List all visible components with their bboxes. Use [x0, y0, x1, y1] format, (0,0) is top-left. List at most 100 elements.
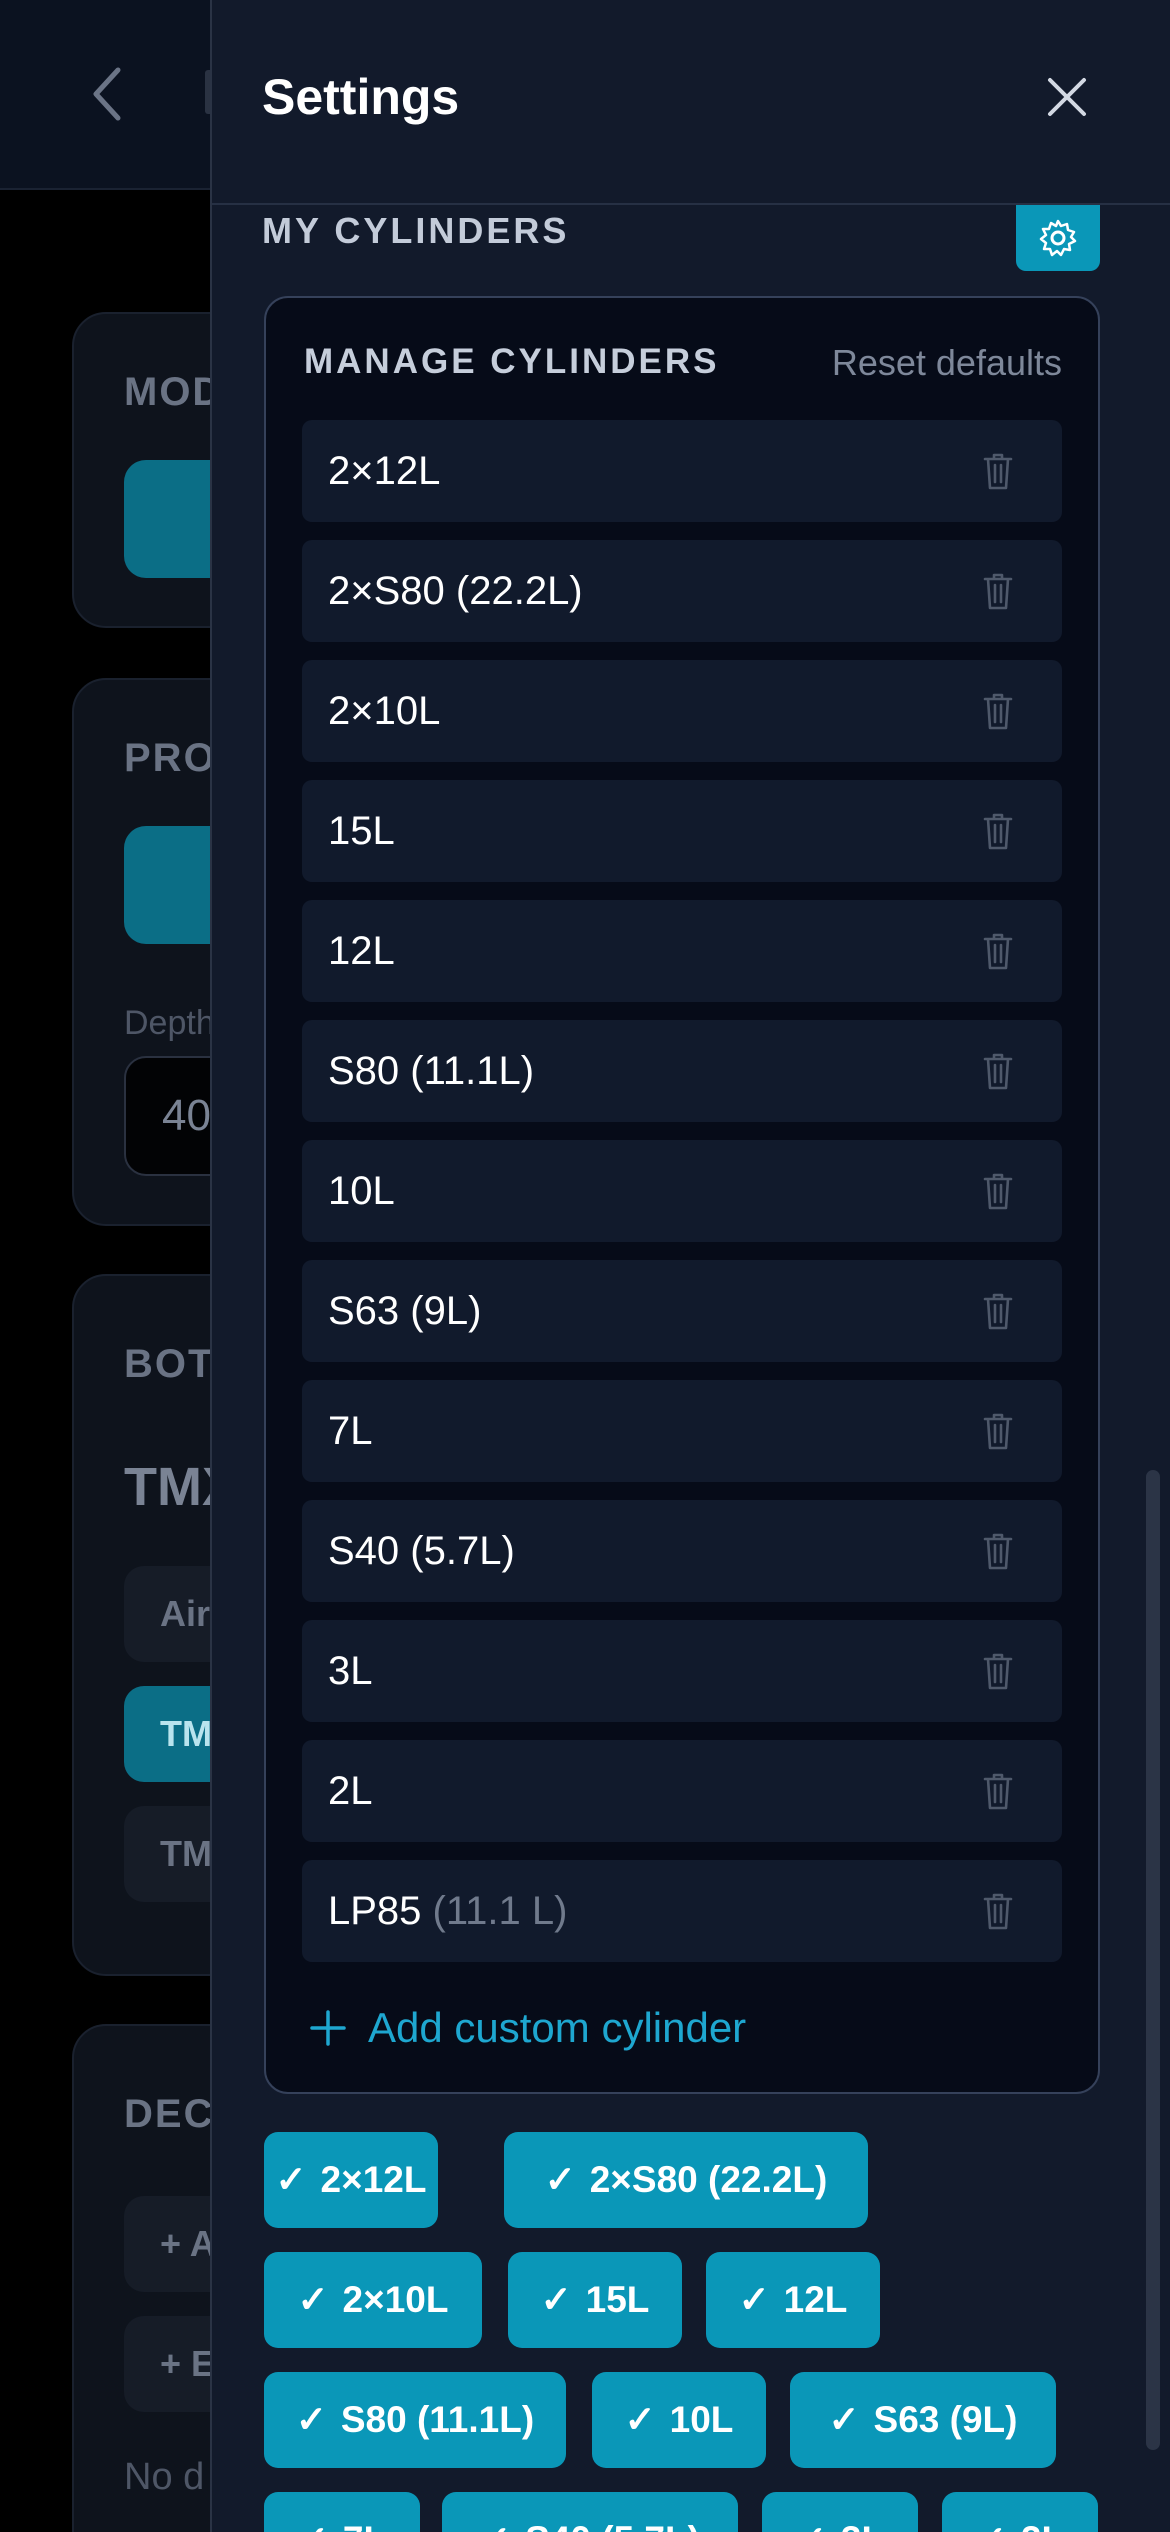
cylinder-chip[interactable]: ✓ 7L	[264, 2492, 420, 2532]
trash-icon[interactable]	[982, 1291, 1014, 1331]
cylinder-row: S40 (5.7L)	[302, 1500, 1062, 1602]
cylinder-label: 10L	[328, 1140, 395, 1242]
cylinder-chip[interactable]: ✓ S40 (5.7L)	[442, 2492, 738, 2532]
settings-drawer: Settings MY CYLINDERS MANAGE CYLINDERS R…	[210, 0, 1170, 2532]
cylinder-volume: (11.1 L)	[432, 1889, 568, 1933]
cylinder-label: 2L	[328, 1740, 373, 1842]
cylinder-row: 7L	[302, 1380, 1062, 1482]
check-icon: ✓	[738, 2279, 770, 2320]
chip-label: 3L	[841, 2519, 884, 2532]
check-icon: ✓	[544, 2159, 576, 2200]
add-custom-cylinder-button[interactable]: Add custom cylinder	[310, 1998, 746, 2058]
check-icon: ✓	[796, 2519, 827, 2532]
drawer-title: Settings	[262, 69, 460, 125]
cylinder-name: 2×S80 (22.2L)	[328, 569, 583, 613]
check-icon: ✓	[295, 2399, 327, 2440]
depth-label: Depth	[124, 1004, 215, 1042]
cylinder-label: S63 (9L)	[328, 1260, 481, 1362]
check-icon: ✓	[298, 2519, 329, 2532]
check-icon: ✓	[828, 2399, 860, 2440]
trash-icon[interactable]	[982, 1051, 1014, 1091]
cylinder-chip[interactable]: ✓ 2×12L	[264, 2132, 438, 2228]
screen: MOD PRO Depth 40 BOT TMX Air TM TM DEC +…	[0, 0, 1170, 2532]
chip-label: 2×S80 (22.2L)	[589, 2159, 828, 2200]
trash-icon[interactable]	[982, 811, 1014, 851]
cylinder-row: S63 (9L)	[302, 1260, 1062, 1362]
chip-label: 12L	[783, 2279, 848, 2320]
trash-icon[interactable]	[982, 1531, 1014, 1571]
cylinder-name: 2×10L	[328, 689, 441, 733]
cylinder-label: 7L	[328, 1380, 373, 1482]
chip-label: 2×12L	[320, 2159, 427, 2200]
trash-icon[interactable]	[982, 1171, 1014, 1211]
trash-icon[interactable]	[982, 931, 1014, 971]
cylinder-row: 3L	[302, 1620, 1062, 1722]
cylinder-label: 2×12L	[328, 420, 440, 522]
drawer-scrollbar[interactable]	[1146, 1470, 1160, 2450]
cylinder-name: 2×12L	[328, 449, 441, 493]
trash-icon[interactable]	[982, 1651, 1014, 1691]
cylinder-row: 2×12L	[302, 420, 1062, 522]
chip-label: 2L	[1021, 2519, 1064, 2532]
manage-title: MANAGE CYLINDERS	[304, 342, 720, 381]
cylinder-chip[interactable]: ✓ S63 (9L)	[790, 2372, 1056, 2468]
add-custom-label: Add custom cylinder	[368, 2004, 747, 2051]
trash-icon[interactable]	[982, 1771, 1014, 1811]
trash-icon[interactable]	[982, 691, 1014, 731]
cylinder-row: LP85 (11.1 L)	[302, 1860, 1062, 1962]
reset-defaults-link[interactable]: Reset defaults	[832, 342, 1062, 384]
cylinder-row: 2×S80 (22.2L)	[302, 540, 1062, 642]
cylinder-chip[interactable]: ✓ 15L	[508, 2252, 682, 2348]
cylinder-row: 10L	[302, 1140, 1062, 1242]
cylinder-chip[interactable]: ✓ 3L	[762, 2492, 918, 2532]
cylinder-chip[interactable]: ✓ 10L	[592, 2372, 766, 2468]
cylinder-label: S80 (11.1L)	[328, 1020, 534, 1122]
chip-label: S80 (11.1L)	[340, 2399, 535, 2440]
check-icon: ✓	[976, 2519, 1007, 2532]
trash-icon[interactable]	[982, 1891, 1014, 1931]
trash-icon[interactable]	[982, 571, 1014, 611]
cylinder-chip[interactable]: ✓ 12L	[706, 2252, 880, 2348]
trash-icon[interactable]	[982, 451, 1014, 491]
chip-label: 7L	[343, 2519, 386, 2532]
chip-label: 10L	[669, 2399, 734, 2440]
close-icon[interactable]	[1042, 72, 1092, 122]
cylinder-name: S40 (5.7L)	[328, 1529, 515, 1573]
cylinder-row: 2×10L	[302, 660, 1062, 762]
cylinder-name: S63 (9L)	[328, 1289, 482, 1333]
gear-icon[interactable]	[1016, 205, 1100, 271]
cylinder-chip[interactable]: ✓ S80 (11.1L)	[264, 2372, 566, 2468]
background-label: MOD	[124, 370, 224, 414]
cylinder-name: LP85	[328, 1889, 422, 1933]
section-label: MY CYLINDERS	[262, 210, 570, 251]
background-label: PRO	[124, 736, 217, 780]
cylinder-name: S80 (11.1L)	[328, 1049, 535, 1093]
cylinder-chip[interactable]: ✓ 2L	[942, 2492, 1098, 2532]
cylinder-name: 15L	[328, 809, 395, 853]
plus-icon	[310, 2010, 346, 2046]
cylinder-label: 2×10L	[328, 660, 440, 762]
cylinder-label: 3L	[328, 1620, 373, 1722]
background-label: DEC	[124, 2092, 215, 2136]
cylinder-name: 2L	[328, 1769, 373, 1813]
trash-icon[interactable]	[982, 1411, 1014, 1451]
check-icon: ✓	[297, 2279, 329, 2320]
cylinder-row: 2L	[302, 1740, 1062, 1842]
check-icon: ✓	[480, 2519, 511, 2532]
cylinder-name: 12L	[328, 929, 395, 973]
cylinder-name: 7L	[328, 1409, 373, 1453]
back-chevron-icon[interactable]	[88, 66, 128, 122]
check-icon: ✓	[540, 2279, 572, 2320]
chip-label: S40 (5.7L)	[525, 2519, 700, 2532]
check-icon: ✓	[275, 2159, 307, 2200]
cylinder-row: S80 (11.1L)	[302, 1020, 1062, 1122]
cylinder-name: 10L	[328, 1169, 395, 1213]
check-icon: ✓	[624, 2399, 656, 2440]
cylinder-label: 12L	[328, 900, 395, 1002]
cylinder-row: 15L	[302, 780, 1062, 882]
cylinder-chip[interactable]: ✓ 2×S80 (22.2L)	[504, 2132, 868, 2228]
cylinder-chip[interactable]: ✓ 2×10L	[264, 2252, 482, 2348]
background-label: BOT	[124, 1342, 215, 1386]
chip-label: S63 (9L)	[873, 2399, 1018, 2440]
empty-text: No d	[124, 2456, 205, 2498]
